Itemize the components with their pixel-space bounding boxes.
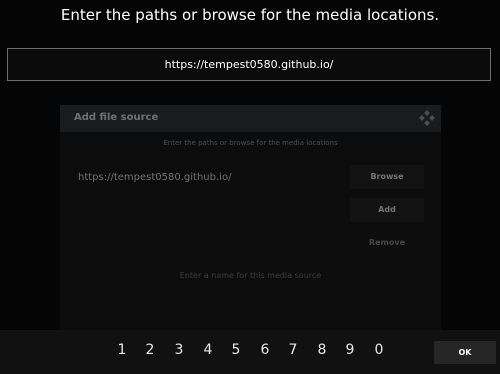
key-7[interactable]: 7 bbox=[283, 342, 303, 358]
key-3[interactable]: 3 bbox=[169, 342, 189, 358]
dialog-path-entry: https://tempest0580.github.io/ bbox=[78, 172, 232, 183]
key-8[interactable]: 8 bbox=[312, 342, 332, 358]
url-input-value: https://tempest0580.github.io/ bbox=[164, 58, 334, 71]
number-bar: 1 2 3 4 5 6 7 8 9 0 bbox=[0, 330, 500, 374]
ok-button[interactable]: OK bbox=[434, 341, 496, 364]
key-1[interactable]: 1 bbox=[112, 342, 132, 358]
remove-button: Remove bbox=[350, 231, 424, 255]
dialog-title: Add file source bbox=[74, 112, 159, 123]
keyboard-prompt: Enter the paths or browse for the media … bbox=[60, 6, 440, 24]
key-2[interactable]: 2 bbox=[140, 342, 160, 358]
kodi-logo-icon bbox=[419, 110, 435, 126]
dialog-prompt: Enter the paths or browse for the media … bbox=[163, 139, 338, 147]
url-input[interactable]: https://tempest0580.github.io/ bbox=[7, 48, 491, 81]
dialog-name-hint: Enter a name for this media source bbox=[179, 271, 322, 280]
key-4[interactable]: 4 bbox=[198, 342, 218, 358]
dialog-header: Add file source bbox=[60, 105, 441, 132]
key-5[interactable]: 5 bbox=[226, 342, 246, 358]
key-9[interactable]: 9 bbox=[340, 342, 360, 358]
add-button: Add bbox=[350, 198, 424, 222]
browse-button: Browse bbox=[350, 165, 424, 189]
key-0[interactable]: 0 bbox=[369, 342, 389, 358]
key-6[interactable]: 6 bbox=[255, 342, 275, 358]
background-add-source-dialog: Add file source Enter the paths or brows… bbox=[60, 105, 441, 345]
